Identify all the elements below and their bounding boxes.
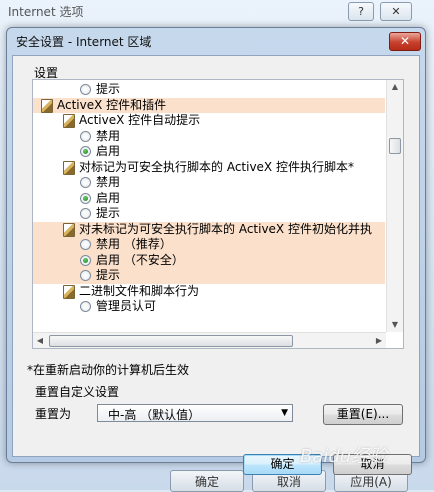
settings-row-label: 禁用 （推荐） <box>96 237 172 251</box>
help-button[interactable]: ? <box>348 2 374 21</box>
settings-item-row[interactable]: 对未标记为可安全执行脚本的 ActiveX 控件初始化并执 <box>33 221 385 237</box>
settings-row-label: 禁用 <box>96 175 121 189</box>
scroll-left-arrow-icon[interactable]: ◀ <box>33 333 47 348</box>
settings-option-row[interactable]: 禁用 <box>33 129 385 145</box>
radio-unchecked-icon[interactable] <box>80 239 91 250</box>
parent-window-title: Internet 选项 <box>8 5 84 19</box>
reset-group-label: 重置自定义设置 <box>35 385 120 399</box>
scroll-down-arrow-icon[interactable]: ▼ <box>387 318 403 332</box>
horizontal-scrollbar[interactable]: ◀ ▶ <box>33 332 386 348</box>
radio-unchecked-icon[interactable] <box>80 208 91 219</box>
horizontal-scroll-thumb[interactable] <box>49 335 293 347</box>
settings-option-row[interactable]: 管理员认可 <box>33 299 385 315</box>
scroll-up-arrow-icon[interactable]: ▲ <box>387 80 403 94</box>
settings-item-row[interactable]: ActiveX 控件自动提示 <box>33 113 385 129</box>
security-settings-dialog: 安全设置 - Internet 区域 ✕ 设置 提示 ActiveX 控件和插件 A… <box>6 27 426 475</box>
settings-row-label: ActiveX 控件和插件 <box>57 97 167 112</box>
radio-unchecked-icon[interactable] <box>80 270 91 281</box>
radio-unchecked-icon[interactable] <box>80 130 91 142</box>
radio-checked-icon[interactable] <box>80 192 91 204</box>
settings-row-label: 二进制文件和脚本行为 <box>79 283 200 298</box>
settings-row-label: 提示 <box>96 82 121 96</box>
settings-group: 设置 提示 ActiveX 控件和插件 ActiveX 控件自动提示 禁用 启用 对标记为… <box>24 64 410 362</box>
radio-unchecked-icon[interactable] <box>80 177 91 188</box>
settings-gear-icon <box>63 160 75 175</box>
settings-option-row[interactable]: 禁用 <box>33 175 385 191</box>
radio-checked-icon[interactable] <box>80 254 91 266</box>
settings-row-label: 提示 <box>96 206 121 220</box>
restart-footnote: *在重新启动你的计算机后生效 <box>27 363 190 377</box>
vertical-scroll-thumb[interactable] <box>389 138 401 154</box>
settings-gear-icon <box>63 114 75 128</box>
dialog-body: 设置 提示 ActiveX 控件和插件 ActiveX 控件自动提示 禁用 启用 对标记为… <box>12 55 420 475</box>
settings-gear-icon <box>63 284 75 299</box>
settings-option-row[interactable]: 提示 <box>33 268 385 284</box>
reset-to-label: 重置为 <box>35 407 72 421</box>
settings-row-label: 提示 <box>96 268 121 282</box>
reset-level-select[interactable]: 中-高 （默认值） ▼ <box>97 404 293 422</box>
scroll-right-arrow-icon[interactable]: ▶ <box>372 333 386 348</box>
settings-row-label: 禁用 <box>96 128 121 143</box>
reset-button[interactable]: 重置(E)... <box>323 404 403 425</box>
settings-item-row[interactable]: 二进制文件和脚本行为 <box>33 284 385 300</box>
dropdown-arrow-icon[interactable]: ▼ <box>281 406 288 420</box>
settings-option-row[interactable]: 启用 （不安全） <box>33 252 385 268</box>
watermark-logo: Baidu经验 <box>300 446 388 467</box>
parent-close-button[interactable]: ✕ <box>380 2 412 21</box>
radio-unchecked-icon[interactable] <box>80 84 91 95</box>
settings-row-label: ActiveX 控件自动提示 <box>79 113 201 127</box>
settings-row-label: 对标记为可安全执行脚本的 ActiveX 控件执行脚本* <box>79 159 354 174</box>
radio-unchecked-icon[interactable] <box>80 301 91 312</box>
settings-gear-icon <box>41 98 53 113</box>
settings-list-content: 提示 ActiveX 控件和插件 ActiveX 控件自动提示 禁用 启用 对标记为可安全… <box>33 80 385 332</box>
dialog-close-button[interactable]: ✕ <box>389 32 421 51</box>
settings-row-label: 启用 <box>96 144 121 158</box>
reset-level-value: 中-高 （默认值） <box>108 408 201 422</box>
reset-group: 重置自定义设置 重置为 中-高 （默认值） ▼ 重置(E)... <box>25 383 409 433</box>
settings-list[interactable]: 提示 ActiveX 控件和插件 ActiveX 控件自动提示 禁用 启用 对标记为可安全… <box>32 79 404 349</box>
settings-gear-icon <box>63 222 75 237</box>
radio-checked-icon[interactable] <box>80 146 91 157</box>
settings-row-label: 启用 （不安全） <box>96 252 184 267</box>
vertical-scrollbar[interactable]: ▲ ▼ <box>386 80 403 332</box>
settings-option-row[interactable]: 提示 <box>33 82 385 98</box>
settings-category-row[interactable]: ActiveX 控件和插件 <box>33 97 385 113</box>
settings-row-label: 管理员认可 <box>96 299 157 313</box>
dialog-title: 安全设置 - Internet 区域 <box>16 35 152 49</box>
settings-option-row[interactable]: 禁用 （推荐） <box>33 237 385 253</box>
settings-option-row[interactable]: 启用 <box>33 191 385 207</box>
settings-option-row[interactable]: 提示 <box>33 206 385 222</box>
settings-row-label: 对未标记为可安全执行脚本的 ActiveX 控件初始化并执 <box>79 221 372 236</box>
settings-row-label: 启用 <box>96 190 121 205</box>
settings-item-row[interactable]: 对标记为可安全执行脚本的 ActiveX 控件执行脚本* <box>33 160 385 176</box>
settings-option-row[interactable]: 启用 <box>33 144 385 160</box>
parent-ok-button[interactable]: 确定 <box>170 470 244 492</box>
